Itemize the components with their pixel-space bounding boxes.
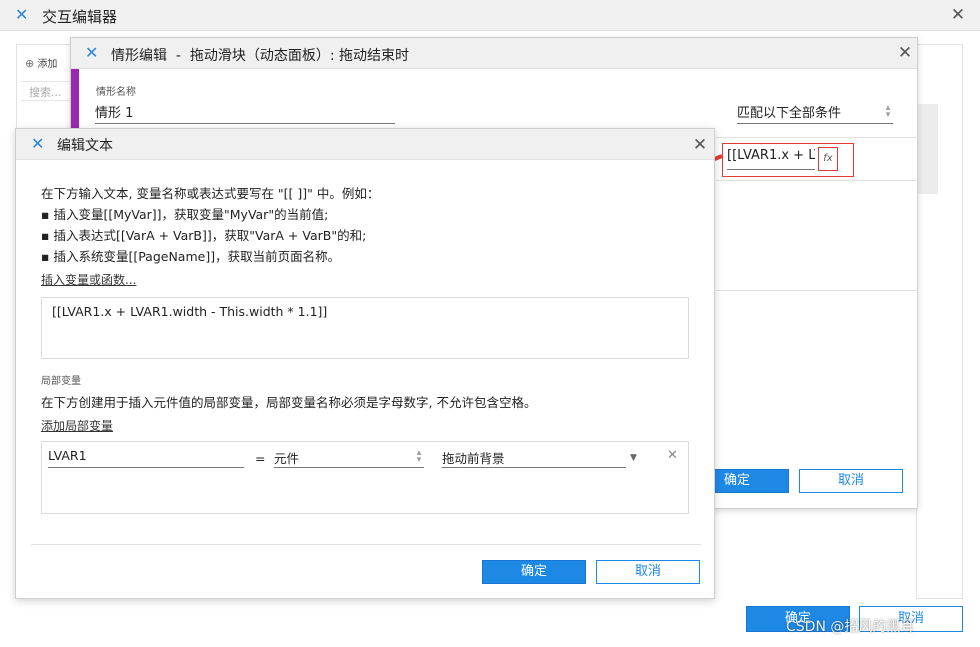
axure-logo-icon: ✕: [85, 43, 99, 62]
fx-button[interactable]: fx: [818, 147, 838, 171]
axure-logo-icon: ✕: [15, 5, 29, 24]
add-event-label: 添加: [37, 59, 58, 70]
instruction-line: ▪ 插入变量[[MyVar]]，获取变量"MyVar"的当前值;: [41, 207, 329, 222]
right-panel-gray: [918, 104, 938, 194]
expression-textarea[interactable]: [[LVAR1.x + LVAR1.width - This.width * 1…: [41, 297, 689, 359]
case-editor-title: 情形编辑 - 拖动滑块（动态面板）: 拖动结束时: [111, 48, 410, 64]
add-local-variable-link[interactable]: 添加局部变量: [41, 417, 113, 434]
dropdown-arrow-icon[interactable]: ▼: [630, 453, 637, 463]
instruction-line: ▪ 插入表达式[[VarA + VarB]]，获取"VarA + VarB"的和…: [41, 228, 367, 243]
instructions: 在下方输入文本, 变量名称或表达式要写在 "[[ ]]" 中。例如： ▪ 插入变…: [41, 183, 681, 267]
instruction-line: 在下方输入文本, 变量名称或表达式要写在 "[[ ]]" 中。例如：: [41, 186, 380, 201]
updown-arrows-icon: ▴ ▾: [885, 103, 891, 120]
match-condition-value: 匹配以下全部条件: [737, 106, 842, 121]
updown-arrows-icon: ▴ ▾: [416, 448, 422, 465]
local-variables-table: LVAR1 = 元件 ▴ ▾ 拖动前背景 ▼ ✕: [41, 441, 689, 514]
local-variables-label: 局部变量: [41, 376, 81, 387]
edit-text-separator: [31, 544, 701, 545]
main-titlebar: ✕ 交互编辑器 ✕: [0, 0, 980, 31]
case-accent-bar: [71, 69, 79, 129]
local-var-type-select[interactable]: 元件 ▴ ▾: [274, 448, 424, 468]
edit-text-dialog: ✕ 编辑文本 ✕ 在下方输入文本, 变量名称或表达式要写在 "[[ ]]" 中。…: [15, 128, 715, 599]
case-cancel-button[interactable]: 取消: [799, 469, 903, 493]
local-var-type-value: 元件: [274, 451, 300, 466]
edit-text-titlebar: ✕ 编辑文本 ✕: [16, 129, 714, 160]
edit-text-title: 编辑文本: [57, 138, 113, 154]
case-separator-2: [716, 180, 918, 181]
event-search-input[interactable]: 搜索...: [21, 81, 77, 101]
case-name-label: 情形名称: [96, 87, 136, 98]
local-var-target-value: 拖动前背景: [442, 451, 505, 466]
equals-sign: =: [255, 451, 266, 466]
main-close-icon[interactable]: ✕: [950, 7, 966, 24]
axure-logo-icon: ✕: [31, 134, 45, 153]
case-name-input[interactable]: 情形 1: [95, 102, 395, 124]
edit-text-cancel-button[interactable]: 取消: [596, 560, 700, 584]
local-var-target-select[interactable]: 拖动前背景: [442, 448, 626, 468]
case-editor-close-icon[interactable]: ✕: [897, 45, 913, 62]
match-condition-select[interactable]: 匹配以下全部条件 ▴ ▾: [737, 102, 893, 124]
main-title: 交互编辑器: [42, 8, 118, 26]
instruction-line: ▪ 插入系统变量[[PageName]]，获取当前页面名称。: [41, 249, 341, 264]
insert-variable-link[interactable]: 插入变量或函数...: [41, 271, 136, 288]
condition-value-input[interactable]: [[LVAR1.x + LV: [727, 148, 815, 170]
case-editor-titlebar: ✕ 情形编辑 - 拖动滑块（动态面板）: 拖动结束时 ✕: [71, 38, 917, 69]
case-separator: [716, 137, 918, 138]
watermark: CSDN @招风的黑耳: [786, 619, 915, 635]
edit-text-close-icon[interactable]: ✕: [692, 137, 708, 154]
edit-text-ok-button[interactable]: 确定: [482, 560, 586, 584]
delete-row-icon[interactable]: ✕: [667, 448, 678, 463]
case-separator-3: [716, 290, 918, 291]
local-var-name-input[interactable]: LVAR1: [48, 448, 244, 468]
add-icon: ⊕: [25, 57, 35, 70]
local-variables-description: 在下方创建用于插入元件值的局部变量，局部变量名称必须是字母数字, 不允许包含空格…: [41, 395, 537, 410]
